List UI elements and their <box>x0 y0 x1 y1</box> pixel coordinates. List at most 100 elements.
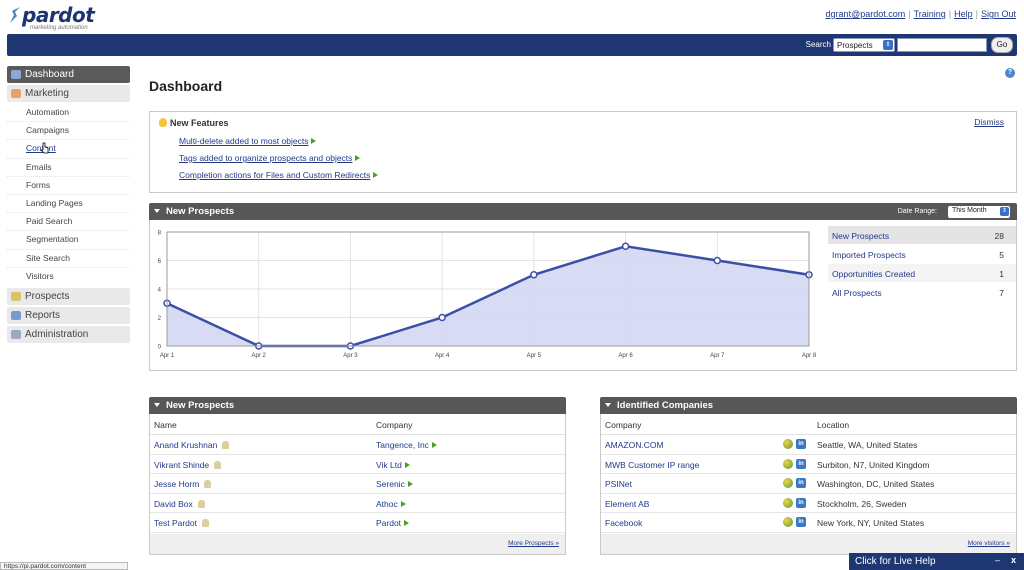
column-header-location: Location <box>817 420 850 430</box>
linkedin-icon[interactable]: in <box>796 478 806 488</box>
sidebar-item-content[interactable]: Content <box>7 140 130 159</box>
globe-icon[interactable] <box>783 517 793 527</box>
collapse-icon[interactable] <box>154 403 160 407</box>
close-icon[interactable]: x <box>1011 555 1016 565</box>
x-tick-label: Apr 3 <box>343 353 358 359</box>
sidebar-item-forms[interactable]: Forms <box>7 177 130 195</box>
sidebar-item-reports[interactable]: Reports <box>7 306 130 324</box>
data-point <box>438 313 446 322</box>
sidebar-item-automation[interactable]: Automation <box>7 104 130 123</box>
stat-row[interactable]: Imported Prospects 5 <box>828 245 1016 264</box>
new-prospects-chart-header[interactable]: New Prospects Date Range: This Month ⇕ <box>149 203 1017 220</box>
sidebar-item-campaigns[interactable]: Campaigns <box>7 122 130 141</box>
new-features-panel: New Features Dismiss Multi-delete added … <box>149 111 1017 193</box>
select-arrows-icon: ⇕ <box>1000 207 1009 216</box>
table-footer: More visitors » <box>601 534 1016 554</box>
live-help-bar[interactable]: Click for Live Help – x <box>849 553 1024 570</box>
help-icon[interactable]: ? <box>1005 68 1015 78</box>
company-link[interactable]: Vik Ltd <box>376 460 402 470</box>
new-prospects-table-header[interactable]: New Prospects <box>149 397 566 414</box>
prospect-name-link[interactable]: Test Pardot <box>154 518 197 528</box>
feature-link[interactable]: Multi-delete added to most objects <box>179 136 317 146</box>
more-prospects-link[interactable]: More Prospects » <box>508 540 559 547</box>
column-header-name: Name <box>154 420 177 430</box>
table-row: Facebook in New York, NY, United States <box>601 513 1016 533</box>
globe-icon[interactable] <box>783 478 793 488</box>
stat-row[interactable]: New Prospects 28 <box>828 226 1016 245</box>
sign-out-link[interactable]: Sign Out <box>981 9 1016 19</box>
search-scope-select[interactable]: Prospects ⇕ <box>833 38 895 52</box>
identified-companies-header[interactable]: Identified Companies <box>600 397 1017 414</box>
stat-value: 7 <box>999 288 1004 298</box>
y-tick-label: 2 <box>158 316 162 322</box>
linkedin-icon[interactable]: in <box>796 497 806 508</box>
feature-link[interactable]: Tags added to organize prospects and obj… <box>179 153 361 163</box>
logo-text: pardot <box>22 3 95 27</box>
globe-icon[interactable] <box>783 439 793 449</box>
column-header-company: Company <box>376 420 413 430</box>
stat-value: 5 <box>999 250 1004 260</box>
reports-icon <box>11 310 21 320</box>
prospect-stats: New Prospects 28 Imported Prospects 5 Oppo… <box>828 226 1016 302</box>
linkedin-icon[interactable]: in <box>796 439 806 449</box>
globe-icon[interactable] <box>783 458 793 469</box>
stat-label: All Prospects <box>832 288 882 298</box>
table-row: Vikrant Shinde Vik Ltd <box>150 455 565 474</box>
table-footer: More Prospects » <box>150 534 565 554</box>
search-scope-value: Prospects <box>837 41 873 50</box>
company-link[interactable]: Tangence, Inc <box>376 440 429 450</box>
sidebar-item-landing-pages[interactable]: Landing Pages <box>7 195 130 214</box>
dismiss-link[interactable]: Dismiss <box>974 117 1004 127</box>
nav-bar: Search Prospects ⇕ Go <box>7 34 1017 56</box>
stat-row[interactable]: Opportunities Created 1 <box>828 264 1016 283</box>
collapse-icon[interactable] <box>605 403 611 407</box>
collapse-icon[interactable] <box>154 209 160 213</box>
search-input[interactable] <box>897 38 987 52</box>
arrow-right-icon <box>311 138 317 144</box>
stat-value: 28 <box>994 231 1004 241</box>
sidebar-item-paid-search[interactable]: Paid Search <box>7 213 130 232</box>
page-title: Dashboard <box>149 78 223 94</box>
globe-icon[interactable] <box>783 497 793 508</box>
go-button[interactable]: Go <box>991 37 1013 53</box>
company-link[interactable]: Facebook <box>605 518 642 528</box>
linkedin-icon[interactable]: in <box>796 517 806 527</box>
sidebar-item-emails[interactable]: Emails <box>7 159 130 177</box>
linkedin-icon[interactable]: in <box>796 458 806 469</box>
prospect-name-link[interactable]: Anand Krushnan <box>154 440 217 450</box>
company-link[interactable]: Element AB <box>605 499 649 509</box>
sidebar-item-segmentation[interactable]: Segmentation <box>7 231 130 250</box>
company-link[interactable]: PSINet <box>605 479 632 489</box>
data-point <box>621 242 630 250</box>
person-icon <box>197 499 205 508</box>
training-link[interactable]: Training <box>914 9 946 19</box>
user-email-link[interactable]: dgrant@pardot.com <box>826 9 906 19</box>
sidebar-item-site-search[interactable]: Site Search <box>7 250 130 268</box>
table-row: Test Pardot Pardot <box>150 513 565 533</box>
person-icon <box>204 480 212 488</box>
company-link[interactable]: Athoc <box>376 499 398 509</box>
x-tick-label: Apr 8 <box>802 353 817 359</box>
sidebar-item-label: Dashboard <box>25 69 74 80</box>
company-link[interactable]: Pardot <box>376 518 401 528</box>
sidebar-item-visitors[interactable]: Visitors <box>7 268 130 286</box>
company-link[interactable]: Serenic <box>376 479 405 489</box>
minimize-icon[interactable]: – <box>995 555 1000 565</box>
feature-link[interactable]: Completion actions for Files and Custom … <box>179 170 379 180</box>
company-link[interactable]: MWB Customer IP range <box>605 460 699 470</box>
stat-row[interactable]: All Prospects 7 <box>828 283 1016 302</box>
y-tick-label: 4 <box>158 288 162 294</box>
prospect-name-link[interactable]: David Box <box>154 499 193 509</box>
y-tick-label: 8 <box>158 231 162 237</box>
x-tick-label: Apr 4 <box>435 353 450 359</box>
sidebar-item-prospects[interactable]: Prospects <box>7 287 130 305</box>
help-link[interactable]: Help <box>954 9 973 19</box>
prospect-name-link[interactable]: Vikrant Shinde <box>154 460 209 470</box>
sidebar-item-dashboard[interactable]: Dashboard <box>7 66 130 83</box>
sidebar-item-marketing[interactable]: Marketing <box>7 85 130 102</box>
more-visitors-link[interactable]: More visitors » <box>968 540 1010 547</box>
prospect-name-link[interactable]: Jesse Horm <box>154 479 199 489</box>
date-range-select[interactable]: This Month ⇕ <box>948 206 1010 218</box>
sidebar-item-administration[interactable]: Administration <box>7 325 130 343</box>
company-link[interactable]: AMAZON.COM <box>605 440 664 450</box>
